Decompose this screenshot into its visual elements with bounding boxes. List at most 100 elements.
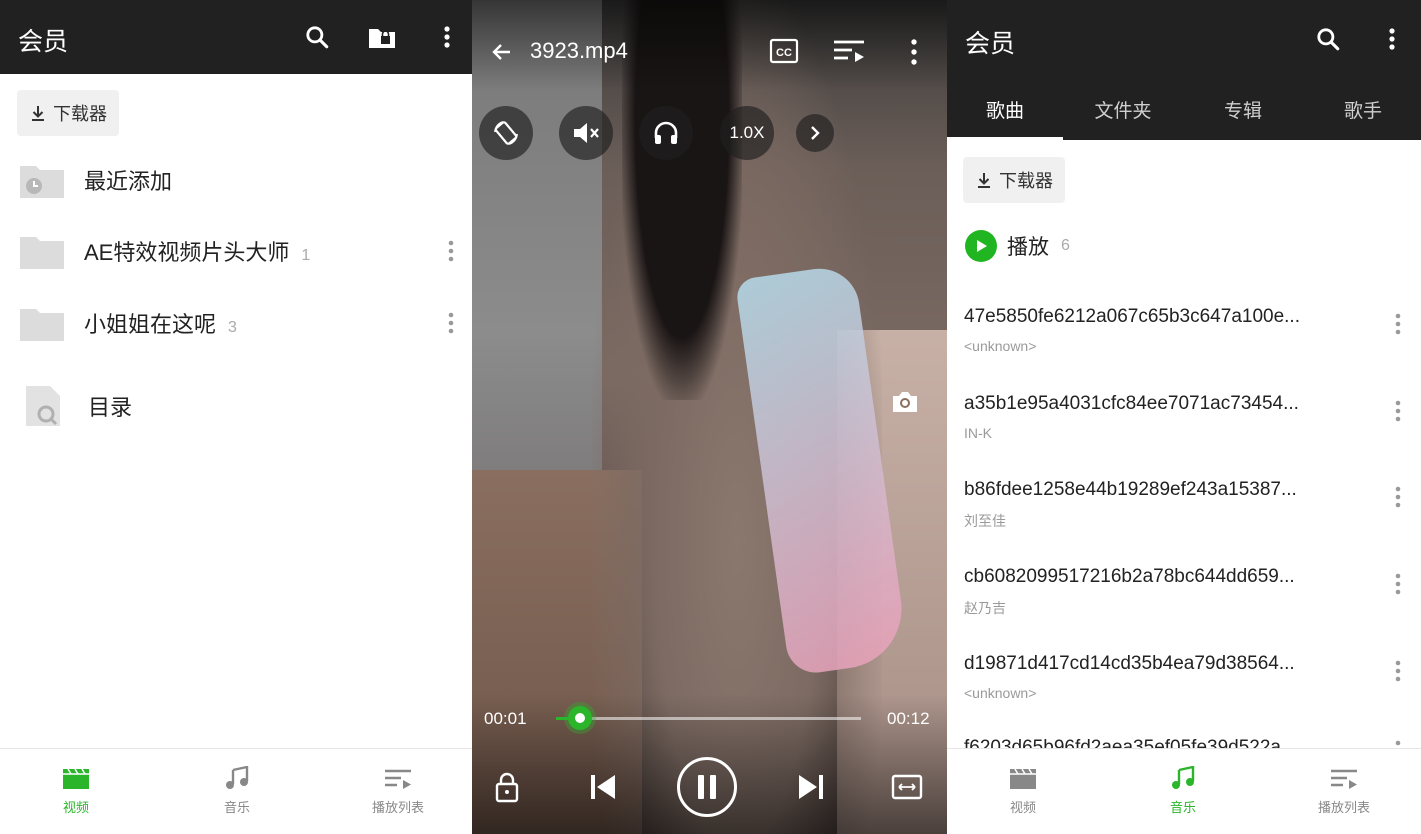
item-count: 1 <box>301 247 311 264</box>
nav-label: 音乐 <box>1169 800 1196 815</box>
chevron-right-icon <box>811 126 820 140</box>
nav-video[interactable]: 视频 <box>963 765 1083 816</box>
tab-songs[interactable]: 歌曲 <box>947 96 1063 123</box>
active-tab-indicator <box>947 137 1063 140</box>
song-row[interactable]: a35b1e95a4031cfc84ee7071ac73454... IN-K <box>947 393 1421 479</box>
more-vert-icon[interactable] <box>1375 22 1409 56</box>
tab-folders[interactable]: 文件夹 <box>1065 96 1181 123</box>
music-library-panel: 会员 歌曲 文件夹 专辑 歌手 下载器 播放 6 47e5850fe6212a0… <box>947 0 1421 834</box>
list-item-directory[interactable]: 目录 <box>0 376 472 436</box>
nav-playlist[interactable]: 播放列表 <box>1284 765 1404 816</box>
music-tabs: 歌曲 文件夹 专辑 歌手 <box>947 84 1421 140</box>
total-time: 00:12 <box>887 709 930 728</box>
tab-albums[interactable]: 专辑 <box>1185 96 1301 123</box>
list-item-label: 最近添加 <box>84 169 173 194</box>
svg-text:CC: CC <box>776 47 792 59</box>
current-time: 00:01 <box>484 709 527 728</box>
seek-bar[interactable] <box>556 706 861 730</box>
bottom-navigation: 视频 音乐 播放列表 <box>947 748 1421 834</box>
more-vert-icon[interactable] <box>1395 659 1401 683</box>
list-item-recent[interactable]: 最近添加 <box>0 150 472 210</box>
file-search-icon <box>26 386 60 426</box>
song-artist: 刘至佳 <box>964 513 1006 529</box>
more-vert-icon[interactable] <box>430 20 464 54</box>
song-artist: 赵乃吉 <box>964 600 1006 616</box>
song-row[interactable]: d19871d417cd14cd35b4ea79d38564... <unkno… <box>947 653 1421 739</box>
private-folder-icon[interactable] <box>365 20 399 54</box>
search-icon[interactable] <box>300 20 334 54</box>
aspect-ratio-icon[interactable] <box>890 772 924 802</box>
more-vert-icon[interactable] <box>448 311 454 335</box>
song-artist: <unknown> <box>964 338 1037 354</box>
screenshot-camera-icon[interactable] <box>890 388 920 416</box>
playlist-icon <box>338 765 458 793</box>
app-title: 会员 <box>18 28 69 56</box>
list-item-folder[interactable]: AE特效视频片头大师 1 <box>0 221 472 281</box>
downloader-label: 下载器 <box>999 171 1053 191</box>
song-row[interactable]: b86fdee1258e44b19289ef243a15387... 刘至佳 <box>947 479 1421 565</box>
downloader-button[interactable]: 下载器 <box>17 90 119 136</box>
more-vert-icon[interactable] <box>1395 312 1401 336</box>
mute-button[interactable] <box>559 106 613 160</box>
more-vert-icon[interactable] <box>908 38 920 66</box>
download-icon <box>32 106 44 121</box>
nav-video[interactable]: 视频 <box>16 765 136 816</box>
recent-folder-icon <box>20 166 64 198</box>
song-title: a35b1e95a4031cfc84ee7071ac73454... <box>964 393 1299 414</box>
song-artist: <unknown> <box>964 685 1037 701</box>
skip-next-icon[interactable] <box>794 770 828 804</box>
play-all-label: 播放 <box>1007 236 1049 259</box>
bottom-navigation: 视频 音乐 播放列表 <box>0 748 472 834</box>
video-icon <box>16 765 136 793</box>
video-title: 3923.mp4 <box>530 38 628 63</box>
downloader-button[interactable]: 下载器 <box>963 157 1065 203</box>
play-all-button[interactable]: 播放 6 <box>965 230 1070 262</box>
audio-only-button[interactable] <box>639 106 693 160</box>
video-library-panel: 会员 下载器 最近添加 AE特效视频片头大师 1 小姐姐在这呢 3 目录 视频 … <box>0 0 472 834</box>
rotate-icon <box>494 121 518 145</box>
lock-screen-icon[interactable] <box>492 770 522 804</box>
top-app-bar: 会员 歌曲 文件夹 专辑 歌手 <box>947 0 1421 140</box>
nav-label: 视频 <box>62 800 89 815</box>
nav-label: 音乐 <box>223 800 250 815</box>
song-row[interactable]: 47e5850fe6212a067c65b3c647a100e... <unkn… <box>947 306 1421 392</box>
song-count: 6 <box>1061 237 1070 254</box>
list-item-label: 目录 <box>88 395 133 420</box>
music-icon <box>1123 765 1243 793</box>
rotate-screen-button[interactable] <box>479 106 533 160</box>
more-vert-icon[interactable] <box>448 239 454 263</box>
nav-playlist[interactable]: 播放列表 <box>338 765 458 816</box>
nav-music[interactable]: 音乐 <box>1123 765 1243 816</box>
playback-speed-button[interactable]: 1.0X <box>720 106 774 160</box>
folder-icon <box>20 309 64 341</box>
search-icon[interactable] <box>1311 22 1345 56</box>
song-row[interactable]: cb6082099517216b2a78bc644dd659... 赵乃吉 <box>947 566 1421 652</box>
download-icon <box>978 173 990 188</box>
list-item-label: AE特效视频片头大师 <box>84 240 290 265</box>
tab-artists[interactable]: 歌手 <box>1305 96 1421 123</box>
song-title: d19871d417cd14cd35b4ea79d38564... <box>964 653 1295 674</box>
expand-controls-button[interactable] <box>796 114 834 152</box>
song-title: cb6082099517216b2a78bc644dd659... <box>964 566 1295 587</box>
playlist-icon[interactable] <box>832 36 866 66</box>
nav-label: 视频 <box>1009 800 1036 815</box>
subtitle-cc-icon[interactable]: CC <box>768 36 800 66</box>
list-item-folder[interactable]: 小姐姐在这呢 3 <box>0 293 472 353</box>
more-vert-icon[interactable] <box>1395 572 1401 596</box>
volume-mute-icon <box>574 123 599 143</box>
app-title: 会员 <box>965 30 1016 58</box>
skip-previous-icon[interactable] <box>586 770 620 804</box>
music-icon <box>177 765 297 793</box>
video-player-panel[interactable]: 3923.mp4 CC 1.0X 00:01 00:12 <box>472 0 947 834</box>
top-app-bar: 会员 <box>0 0 472 74</box>
nav-label: 播放列表 <box>371 800 424 815</box>
more-vert-icon[interactable] <box>1395 485 1401 509</box>
play-circle-icon <box>965 230 997 262</box>
nav-music[interactable]: 音乐 <box>177 765 297 816</box>
list-item-label: 小姐姐在这呢 <box>84 312 217 337</box>
pause-icon <box>698 775 716 799</box>
folder-icon <box>20 237 64 269</box>
pause-button[interactable] <box>677 757 737 817</box>
back-arrow-icon[interactable] <box>488 38 516 66</box>
more-vert-icon[interactable] <box>1395 399 1401 423</box>
